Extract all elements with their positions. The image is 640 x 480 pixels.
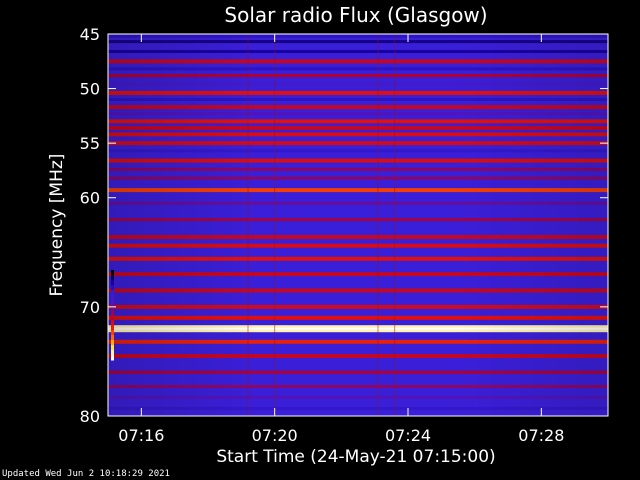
y-tick-label: 55 [80, 134, 100, 153]
updated-timestamp: Updated Wed Jun 2 10:18:29 2021 [2, 469, 170, 479]
colorbar-segment [111, 330, 114, 336]
colorbar-segment [111, 305, 114, 311]
colorbar-segment [111, 325, 114, 331]
colorbar-segment [111, 320, 114, 326]
y-tick-label: 45 [80, 25, 100, 44]
colorbar-segment [111, 335, 114, 341]
colorbar-segment [111, 270, 114, 276]
colorbar-segment [111, 295, 114, 301]
y-tick-label: 50 [80, 80, 100, 99]
colorbar-segment [111, 315, 114, 321]
colorbar-segment [111, 350, 114, 356]
colorbar-segment [111, 290, 114, 296]
x-tick-label: 07:24 [385, 426, 431, 445]
y-tick-label: 60 [80, 189, 100, 208]
heatmap-area [108, 34, 608, 416]
colorbar-segment [111, 345, 114, 351]
colorbar-segment [111, 300, 114, 306]
colorbar-segment [111, 275, 114, 281]
x-axis-label: Start Time (24-May-21 07:15:00) [216, 447, 495, 467]
x-tick-label: 07:28 [518, 426, 564, 445]
colorbar-segment [111, 310, 114, 316]
y-tick-label: 70 [80, 298, 100, 317]
y-axis-label: Frequency [MHz] [47, 154, 67, 297]
x-tick-label: 07:16 [118, 426, 164, 445]
spectrogram-chart: Solar radio Flux (Glasgow) 455055607080 … [47, 3, 609, 467]
colorbar-segment [111, 285, 114, 291]
chart-title: Solar radio Flux (Glasgow) [224, 3, 487, 27]
colorbar [111, 270, 114, 361]
x-tick-label: 07:20 [252, 426, 298, 445]
y-tick-label: 80 [80, 407, 100, 426]
colorbar-segment [111, 340, 114, 346]
colorbar-segment [111, 280, 114, 286]
colorbar-segment [111, 355, 114, 361]
